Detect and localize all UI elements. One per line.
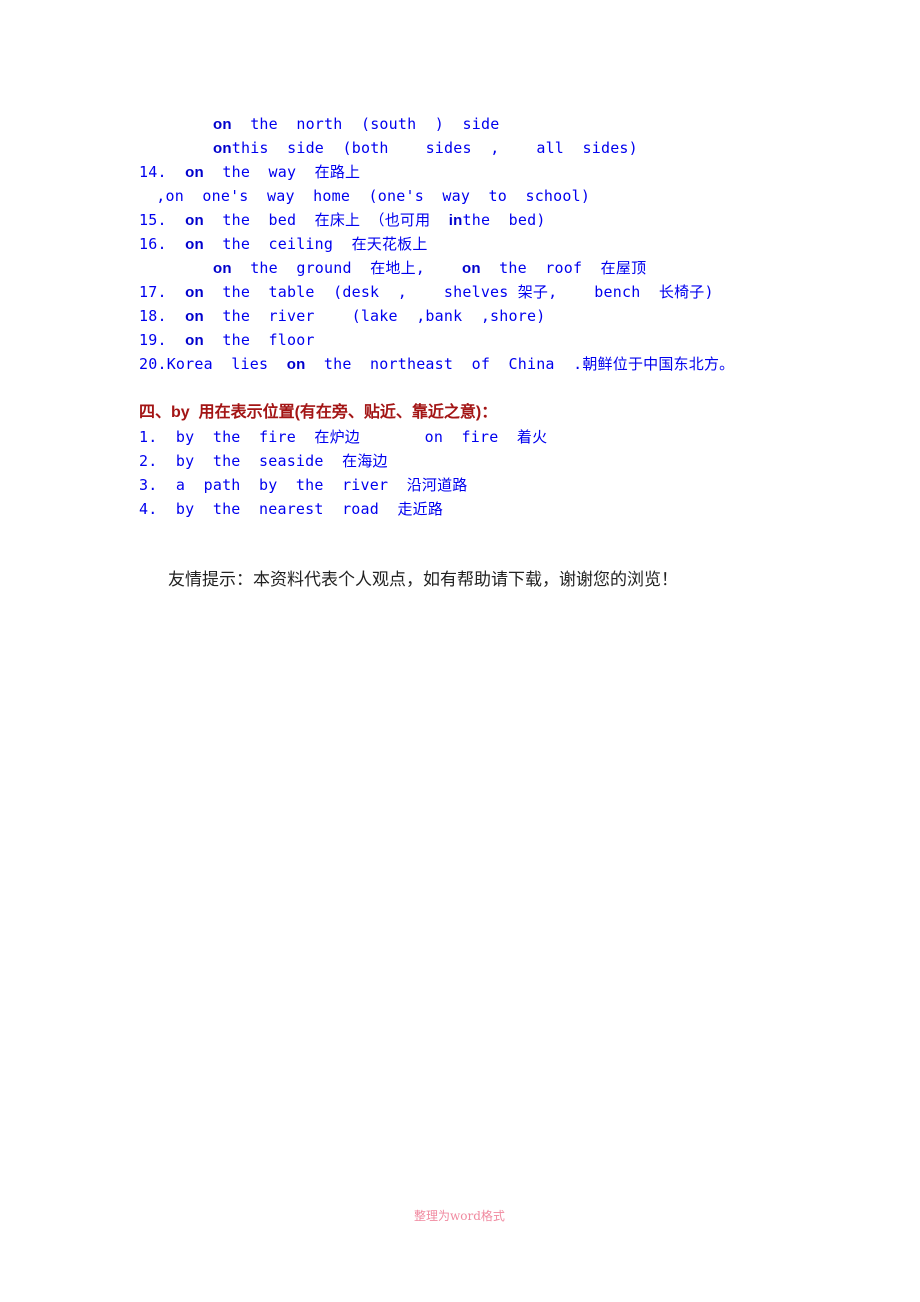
- by-item-3: 3. a path by the river 沿河道路: [139, 476, 468, 494]
- item-number: 17.: [139, 283, 186, 301]
- item-16: 16. on the ceiling 在天花板上: [139, 234, 428, 255]
- item-18: 18. on the river (lake ,bank ,shore): [139, 306, 545, 327]
- keyword-on: on: [185, 236, 204, 253]
- item-19: 19. on the floor: [139, 330, 315, 351]
- line-text: the table (desk , shelves 架子, bench 长椅子): [203, 283, 714, 301]
- page-footer: 整理为word格式: [414, 1209, 505, 1223]
- keyword-on: on: [185, 212, 204, 229]
- line-text: this side (both sides , all sides): [231, 139, 638, 157]
- item-number: 18.: [139, 307, 186, 325]
- keyword-on: on: [461, 260, 481, 277]
- keyword-on: on: [185, 284, 204, 301]
- item-number: 14.: [139, 163, 186, 181]
- friendly-tip: 友情提示：本资料代表个人观点，如有帮助请下载，谢谢您的浏览！: [168, 570, 678, 590]
- line-text: the way 在路上: [203, 163, 361, 181]
- line-this-side: onthis side (both sides , all sides): [213, 138, 638, 159]
- line-text: the river (lake ,bank ,shore): [203, 307, 546, 325]
- item-17: 17. on the table (desk , shelves 架子, ben…: [139, 282, 714, 303]
- item-number: 20.Korea lies: [139, 355, 287, 373]
- keyword-on: on: [185, 164, 204, 181]
- line-text: ,on one's way home (one's way to school): [147, 187, 591, 205]
- keyword-on: on: [185, 332, 204, 349]
- item-number: 16.: [139, 235, 186, 253]
- item-14: 14. on the way 在路上: [139, 162, 360, 183]
- by-item-4: 4. by the nearest road 走近路: [139, 500, 444, 518]
- line-text: the floor: [203, 331, 315, 349]
- item-15: 15. on the bed 在床上 （也可用 inthe bed): [139, 210, 546, 231]
- line-ones-way: ,on one's way home (one's way to school): [147, 186, 590, 206]
- line-text: the north (south ) side: [231, 115, 500, 133]
- line-text: the roof 在屋顶: [480, 259, 647, 277]
- by-item-2: 2. by the seaside 在海边: [139, 452, 388, 470]
- by-item-1: 1. by the fire 在炉边 on fire 着火: [139, 428, 548, 446]
- keyword-in: in: [448, 212, 463, 229]
- line-text: the ground 在地上,: [231, 259, 462, 277]
- item-20: 20.Korea lies on the northeast of China …: [139, 354, 734, 375]
- keyword-on: on: [213, 260, 232, 277]
- line-text: the bed 在床上 （也可用: [203, 211, 449, 229]
- keyword-on: on: [185, 308, 204, 325]
- keyword-on: on: [213, 116, 232, 133]
- section-heading-by: 四、by 用在表示位置(有在旁、贴近、靠近之意)：: [139, 404, 498, 421]
- line-text: the bed): [462, 211, 546, 229]
- keyword-on: on: [213, 140, 232, 157]
- line-north-side: on the north (south ) side: [213, 114, 499, 135]
- item-number: 19.: [139, 331, 186, 349]
- item-number: 15.: [139, 211, 186, 229]
- keyword-on: on: [286, 356, 306, 373]
- line-ground-roof: on the ground 在地上, on the roof 在屋顶: [213, 258, 646, 279]
- line-text: the northeast of China .朝鲜位于中国东北方。: [305, 355, 735, 373]
- line-text: the ceiling 在天花板上: [203, 235, 428, 253]
